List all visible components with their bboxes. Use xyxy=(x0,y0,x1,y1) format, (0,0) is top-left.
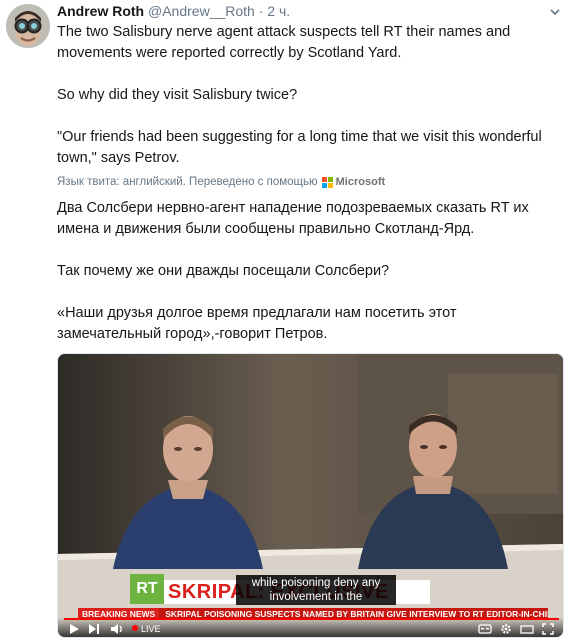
video-subtitle: while poisoning deny any involvement in … xyxy=(236,575,396,605)
translation-note-text: Язык твита: английский. Переведено с пом… xyxy=(57,176,318,188)
translated-paragraph: Так почему же они дважды посещали Солсбе… xyxy=(57,263,390,279)
tweet-header: Andrew Roth @Andrew__Roth · 2 ч. xyxy=(57,3,562,23)
chevron-down-icon[interactable] xyxy=(548,5,562,19)
gear-icon[interactable] xyxy=(500,623,512,635)
tweet-paragraph: "Our friends had been suggesting for a l… xyxy=(57,129,542,166)
translated-paragraph: «Наши друзья долгое время предлагали нам… xyxy=(57,305,457,342)
subtitle-line: while poisoning deny any xyxy=(251,577,381,589)
subtitle-line: involvement in the xyxy=(269,591,363,603)
play-icon[interactable] xyxy=(68,623,80,635)
live-dot xyxy=(132,625,138,631)
live-indicator[interactable]: LIVE xyxy=(132,623,161,635)
rt-logo: RT xyxy=(130,574,164,604)
author-handle[interactable]: @Andrew__Roth xyxy=(148,3,255,19)
progress-bar[interactable] xyxy=(64,618,559,620)
next-icon[interactable] xyxy=(88,623,100,635)
translated-text: Два Солсбери нервно-агент нападение подо… xyxy=(57,198,562,345)
video-controls: LIVE xyxy=(58,617,563,637)
avatar[interactable] xyxy=(6,4,50,48)
translation-note: Язык твита: английский. Переведено с пом… xyxy=(57,174,562,190)
tweet-text: The two Salisbury nerve agent attack sus… xyxy=(57,22,562,169)
tweet-paragraph: So why did they visit Salisbury twice? xyxy=(57,87,298,103)
translated-paragraph: Два Солсбери нервно-агент нападение подо… xyxy=(57,200,529,237)
progress-fill xyxy=(64,618,559,620)
live-label: LIVE xyxy=(141,624,161,634)
microsoft-logo[interactable]: Microsoft xyxy=(321,176,386,188)
author-name[interactable]: Andrew Roth xyxy=(57,3,144,19)
volume-icon[interactable] xyxy=(110,623,124,635)
microsoft-label: Microsoft xyxy=(335,176,386,188)
tweet-timestamp[interactable]: 2 ч. xyxy=(267,3,290,19)
fullscreen-icon[interactable] xyxy=(542,623,554,635)
captions-icon[interactable] xyxy=(478,623,492,635)
theater-icon[interactable] xyxy=(520,623,534,635)
embedded-video[interactable]: SKRIPAL: EXCLUSIVE RT while poisoning de… xyxy=(57,353,564,638)
microsoft-icon xyxy=(321,176,333,188)
separator: · xyxy=(258,3,264,19)
tweet-paragraph: The two Salisbury nerve agent attack sus… xyxy=(57,24,511,61)
